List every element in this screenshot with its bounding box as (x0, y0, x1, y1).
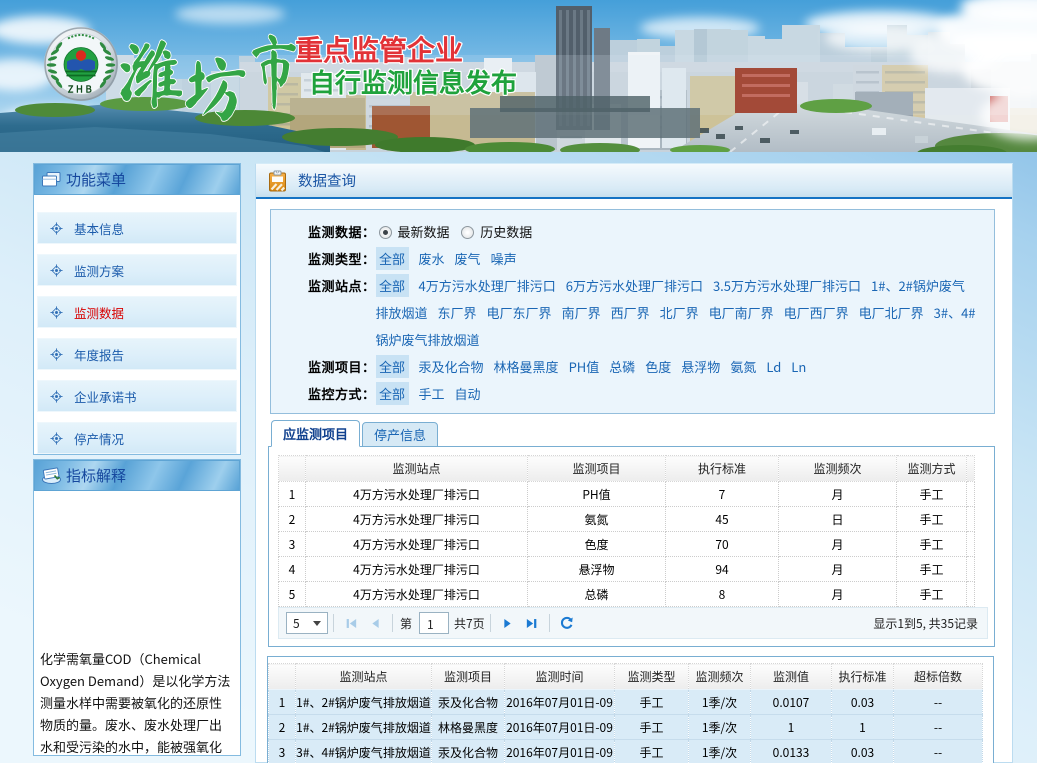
svg-text:潍: 潍 (116, 32, 187, 113)
svg-text:ZHB: ZHB (68, 82, 94, 96)
svg-text:坊: 坊 (182, 46, 249, 128)
svg-text:自行监测信息发布: 自行监测信息发布 (309, 63, 517, 100)
